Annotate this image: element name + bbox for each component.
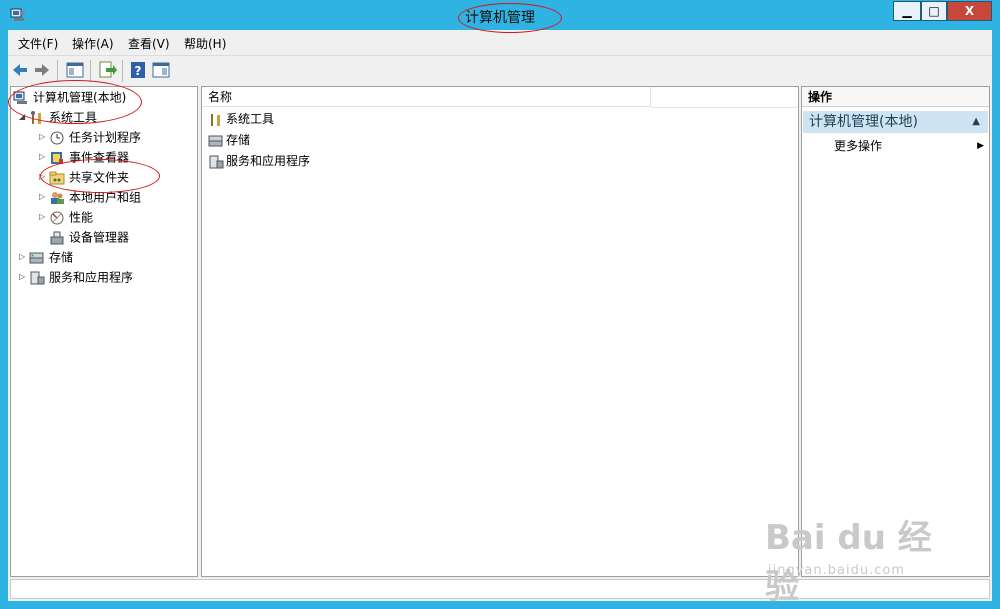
menu-bar: 文件(F) 操作(A) 查看(V) 帮助(H) [8, 30, 992, 54]
menu-action[interactable]: 操作(A) [72, 35, 114, 52]
device-manager-icon [50, 231, 64, 244]
tree-node-device-manager[interactable]: 设备管理器 [49, 228, 129, 246]
console-tree: 计算机管理(本地) ◢ 系统工具 ▷ 任务计划程序 ▷ 事件查看器 ▷ 共享文件… [10, 86, 198, 577]
watermark-main: Bai du 经验 [765, 518, 932, 607]
tree-label: 系统工具 [49, 110, 98, 125]
tree-node-root[interactable]: 计算机管理(本地) [13, 88, 126, 106]
column-header-name[interactable]: 名称 [202, 87, 651, 107]
services-icon [209, 155, 224, 168]
menu-help[interactable]: 帮助(H) [184, 35, 226, 52]
shared-folder-icon [49, 171, 65, 184]
close-button[interactable]: X [947, 1, 992, 21]
list-item[interactable]: 服务和应用程序 [208, 151, 310, 171]
help-icon[interactable]: ? [128, 60, 148, 80]
actions-section-label: 计算机管理(本地) [809, 114, 918, 130]
tree-label: 设备管理器 [69, 230, 130, 245]
title-bar[interactable]: 计算机管理 ▁ □ X [0, 0, 1000, 30]
performance-icon [50, 211, 64, 224]
expand-triangle-icon[interactable]: ▷ [19, 268, 29, 286]
tree-label: 事件查看器 [69, 150, 130, 165]
submenu-arrow-icon: ▶ [977, 141, 984, 151]
window-title: 计算机管理 [465, 10, 535, 26]
export-list-icon[interactable] [97, 60, 117, 80]
tree-node-performance[interactable]: ▷ 性能 [39, 208, 93, 226]
tree-node-shared-folders[interactable]: ▷ 共享文件夹 [39, 168, 129, 186]
help-icon-label: ? [135, 64, 142, 78]
expand-triangle-icon[interactable]: ▷ [39, 188, 49, 206]
storage-icon [208, 135, 223, 146]
baidu-watermark: Bai du 经验 jingyan.baidu.com [765, 495, 955, 607]
list-item-label: 存储 [226, 133, 251, 147]
toolbar: ? [8, 55, 992, 84]
tree-node-local-users[interactable]: ▷ 本地用户和组 [39, 188, 141, 206]
more-actions-item[interactable]: 更多操作 ▶ [834, 137, 984, 155]
list-item[interactable]: 存储 [208, 130, 250, 150]
column-header-empty [651, 87, 798, 108]
tree-node-task-scheduler[interactable]: ▷ 任务计划程序 [39, 128, 141, 146]
window-frame: 计算机管理 ▁ □ X 文件(F) 操作(A) 查看(V) 帮助(H) ? 计算… [0, 0, 1000, 609]
actions-title: 操作 [802, 87, 989, 107]
expand-triangle-icon[interactable]: ▷ [39, 168, 49, 186]
tree-label: 服务和应用程序 [49, 270, 134, 285]
toolbar-separator [57, 60, 58, 82]
list-item-label: 服务和应用程序 [226, 154, 311, 168]
collapse-up-icon[interactable]: ▲ [972, 111, 980, 133]
arrow-left-icon[interactable] [10, 60, 30, 80]
services-icon [30, 271, 45, 284]
menu-view[interactable]: 查看(V) [128, 35, 170, 52]
expand-triangle-icon[interactable]: ▷ [39, 148, 49, 166]
show-hide-tree-icon[interactable] [65, 60, 85, 80]
watermark-url: jingyan.baidu.com [768, 563, 905, 578]
expand-triangle-icon[interactable]: ▷ [19, 248, 29, 266]
tree-label: 性能 [69, 210, 94, 225]
minimize-button[interactable]: ▁ [893, 1, 921, 21]
list-item-label: 系统工具 [226, 112, 275, 126]
tree-node-system-tools[interactable]: ◢ 系统工具 [19, 108, 97, 126]
results-pane: 名称 系统工具 存储 服务和应用程序 [201, 86, 799, 577]
event-viewer-icon [51, 151, 63, 164]
actions-section-header[interactable]: 计算机管理(本地) ▲ [803, 111, 988, 133]
storage-icon [29, 252, 44, 263]
menu-file[interactable]: 文件(F) [18, 35, 58, 52]
tree-label: 任务计划程序 [69, 130, 142, 145]
tree-node-services-apps[interactable]: ▷ 服务和应用程序 [19, 268, 133, 286]
maximize-button[interactable]: □ [921, 1, 947, 21]
more-actions-label: 更多操作 [834, 139, 883, 153]
tree-node-event-viewer[interactable]: ▷ 事件查看器 [39, 148, 129, 166]
arrow-right-icon[interactable] [32, 60, 52, 80]
list-item[interactable]: 系统工具 [208, 109, 274, 129]
computer-management-icon [13, 91, 27, 104]
toolbar-separator [122, 60, 123, 82]
expand-triangle-icon[interactable]: ▷ [39, 208, 49, 226]
tree-node-storage[interactable]: ▷ 存储 [19, 248, 73, 266]
clock-icon [50, 131, 64, 144]
show-hide-action-pane-icon[interactable] [151, 60, 171, 80]
tree-label: 共享文件夹 [69, 170, 130, 185]
tools-icon [211, 113, 220, 126]
tree-label: 存储 [49, 250, 74, 265]
toolbar-separator [90, 60, 91, 82]
expand-triangle-icon[interactable]: ▷ [39, 128, 49, 146]
tree-label: 本地用户和组 [69, 190, 142, 205]
tree-label: 计算机管理(本地) [33, 90, 127, 105]
users-icon [51, 191, 64, 204]
tools-icon [31, 110, 41, 124]
collapse-triangle-icon[interactable]: ◢ [19, 108, 29, 126]
